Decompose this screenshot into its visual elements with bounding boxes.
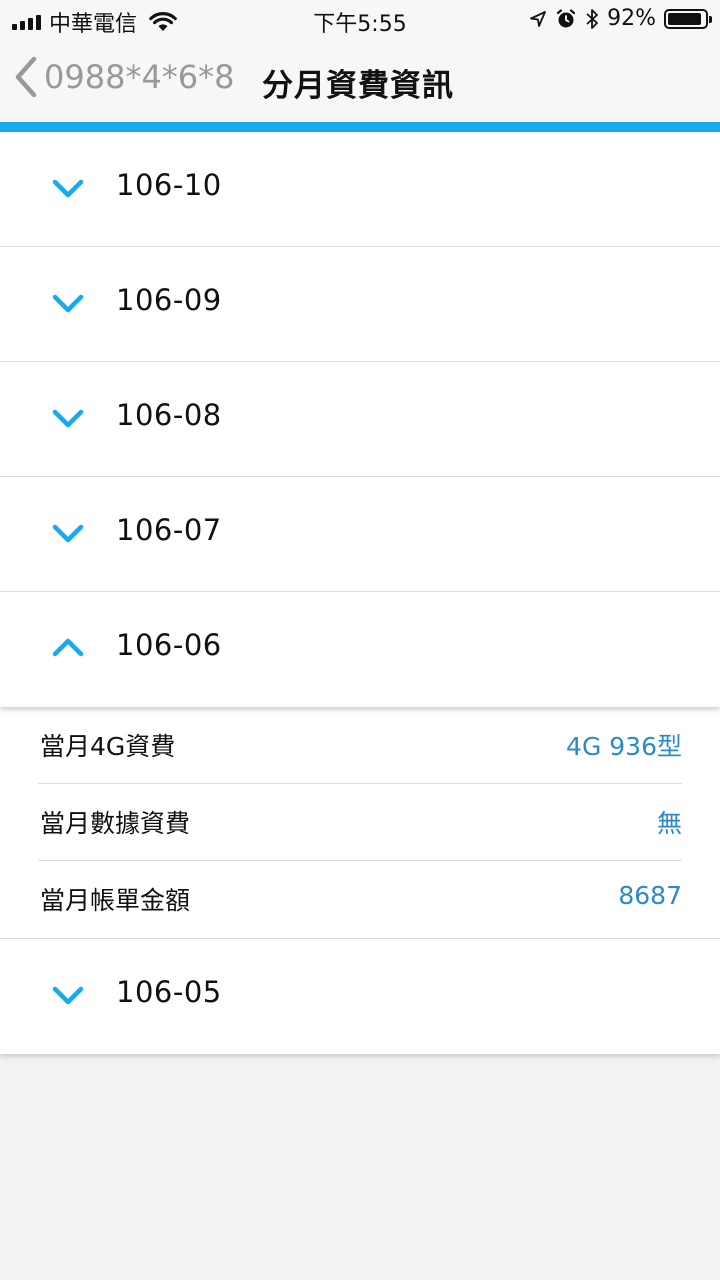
status-right: 92% bbox=[529, 6, 712, 31]
month-label: 106-08 bbox=[116, 398, 222, 432]
battery-fill bbox=[668, 12, 702, 25]
month-label: 106-06 bbox=[116, 628, 222, 662]
month-row-106-08[interactable]: 106-08 bbox=[0, 362, 720, 477]
navigation-bar: 0988*4*6*8 分月資費資訊 bbox=[0, 40, 720, 122]
month-label: 106-05 bbox=[116, 975, 222, 1009]
month-row-106-10[interactable]: 106-10 bbox=[0, 132, 720, 247]
detail-value: 無 bbox=[656, 809, 682, 838]
month-row-106-06[interactable]: 106-06 bbox=[0, 592, 720, 707]
battery-icon bbox=[664, 8, 712, 29]
battery-percent: 92% bbox=[607, 6, 656, 31]
chevron-down-icon bbox=[52, 986, 84, 1005]
detail-value: 8687 bbox=[618, 881, 682, 910]
wifi-icon bbox=[149, 12, 177, 31]
location-arrow-icon bbox=[530, 10, 546, 27]
accent-divider bbox=[0, 122, 720, 132]
month-row-106-07[interactable]: 106-07 bbox=[0, 477, 720, 592]
chevron-up-icon bbox=[52, 638, 84, 657]
detail-label: 當月數據資費 bbox=[40, 809, 191, 838]
month-label: 106-09 bbox=[116, 283, 222, 317]
chevron-down-icon bbox=[52, 524, 84, 543]
page-title: 分月資費資訊 bbox=[262, 68, 454, 104]
status-bar: 中華電信 下午5:55 92% bbox=[0, 0, 720, 40]
detail-value: 4G 936型 bbox=[566, 732, 682, 761]
carrier-name: 中華電信 bbox=[49, 12, 138, 37]
status-left: 中華電信 bbox=[12, 6, 177, 38]
back-button-label: 0988*4*6*8 bbox=[44, 58, 235, 96]
detail-row-data-fee: 當月數據資費 無 bbox=[38, 784, 682, 861]
back-button[interactable]: 0988*4*6*8 bbox=[14, 56, 235, 98]
month-label: 106-07 bbox=[116, 513, 222, 547]
month-row-106-09[interactable]: 106-09 bbox=[0, 247, 720, 362]
bluetooth-icon bbox=[586, 8, 598, 29]
chevron-left-icon bbox=[15, 56, 37, 98]
alarm-clock-icon bbox=[556, 8, 576, 27]
month-details-106-06: 當月4G資費 4G 936型 當月數據資費 無 當月帳單金額 8687 bbox=[0, 707, 720, 939]
cellular-signal-icon bbox=[12, 14, 41, 30]
chevron-down-icon bbox=[52, 179, 84, 198]
monthly-fee-list: 106-10 106-09 106-08 106-07 106-06 當月4G資… bbox=[0, 132, 720, 1054]
detail-label: 當月4G資費 bbox=[40, 732, 176, 761]
chevron-down-icon bbox=[52, 294, 84, 313]
month-row-106-05[interactable]: 106-05 bbox=[0, 939, 720, 1054]
detail-row-bill-amount: 當月帳單金額 8687 bbox=[38, 861, 682, 938]
chevron-down-icon bbox=[52, 409, 84, 428]
detail-label: 當月帳單金額 bbox=[40, 886, 191, 915]
detail-row-4g-fee: 當月4G資費 4G 936型 bbox=[38, 707, 682, 784]
month-label: 106-10 bbox=[116, 168, 222, 202]
